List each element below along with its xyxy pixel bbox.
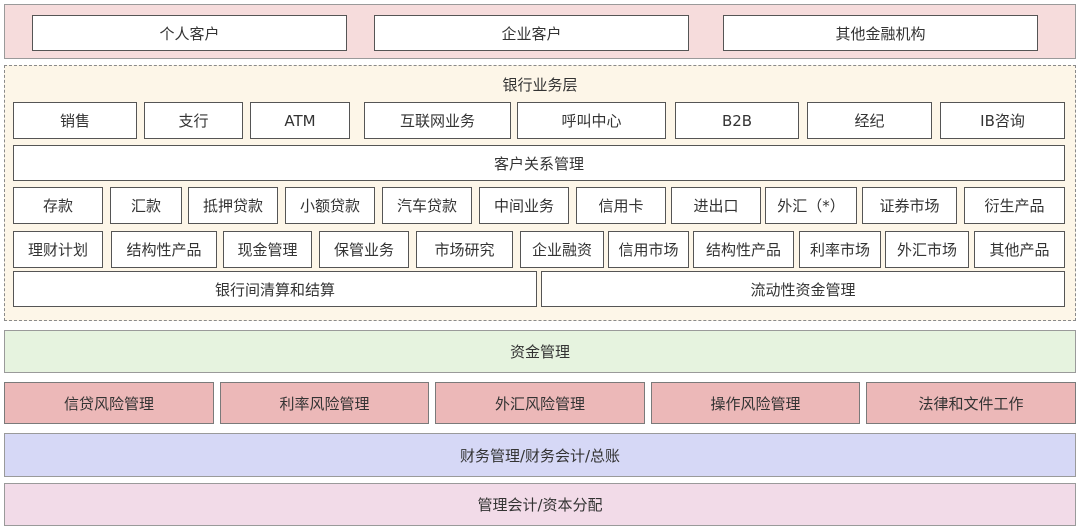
product-corporate-finance: 企业融资 — [520, 231, 604, 268]
product-remittance: 汇款 — [110, 187, 182, 224]
channel-internet: 互联网业务 — [364, 102, 511, 139]
channel-brokerage: 经纪 — [807, 102, 932, 139]
customer-layer: 个人客户 企业客户 其他金融机构 — [4, 4, 1076, 59]
product-credit-market: 信用市场 — [608, 231, 689, 268]
channel-atm: ATM — [250, 102, 350, 139]
channel-call-center: 呼叫中心 — [517, 102, 666, 139]
channel-sales: 销售 — [13, 102, 137, 139]
risk-operational: 操作风险管理 — [651, 382, 860, 424]
bank-layer-title: 银行业务层 — [502, 76, 578, 94]
finance-layer: 财务管理/财务会计/总账 — [4, 433, 1076, 477]
product-microloan: 小额贷款 — [285, 187, 375, 224]
interbank-settlement: 银行间清算和结算 — [13, 271, 537, 307]
channel-ib-consulting: IB咨询 — [940, 102, 1065, 139]
risk-legal: 法律和文件工作 — [866, 382, 1076, 424]
customer-enterprise: 企业客户 — [374, 15, 689, 51]
product-wealth-plan: 理财计划 — [13, 231, 103, 268]
management-accounting-layer: 管理会计/资本分配 — [4, 483, 1076, 526]
bank-business-layer: 银行业务层 销售 支行 ATM 互联网业务 呼叫中心 B2B 经纪 IB咨询 客… — [4, 65, 1076, 321]
product-fx-market: 外汇市场 — [885, 231, 969, 268]
product-other: 其他产品 — [974, 231, 1065, 268]
channel-b2b: B2B — [675, 102, 799, 139]
product-rate-market: 利率市场 — [799, 231, 881, 268]
liquidity-management: 流动性资金管理 — [541, 271, 1065, 307]
product-structured-2: 结构性产品 — [693, 231, 794, 268]
customer-individual: 个人客户 — [32, 15, 347, 51]
treasury-layer: 资金管理 — [4, 330, 1076, 373]
customer-financial-institution: 其他金融机构 — [723, 15, 1038, 51]
product-cash-management: 现金管理 — [223, 231, 312, 268]
product-custody: 保管业务 — [319, 231, 409, 268]
product-auto-loan: 汽车贷款 — [382, 187, 472, 224]
product-forex: 外汇（*） — [765, 187, 857, 224]
product-securities: 证券市场 — [862, 187, 957, 224]
product-structured: 结构性产品 — [111, 231, 217, 268]
product-deposit: 存款 — [13, 187, 103, 224]
product-derivatives: 衍生产品 — [964, 187, 1065, 224]
product-mortgage: 抵押贷款 — [188, 187, 278, 224]
product-credit-card: 信用卡 — [576, 187, 666, 224]
risk-credit: 信贷风险管理 — [4, 382, 214, 424]
product-market-research: 市场研究 — [416, 231, 513, 268]
risk-interest-rate: 利率风险管理 — [220, 382, 429, 424]
channel-branch: 支行 — [144, 102, 243, 139]
product-intermediary: 中间业务 — [479, 187, 569, 224]
crm-bar: 客户关系管理 — [13, 145, 1065, 181]
risk-forex: 外汇风险管理 — [435, 382, 645, 424]
product-import-export: 进出口 — [671, 187, 761, 224]
